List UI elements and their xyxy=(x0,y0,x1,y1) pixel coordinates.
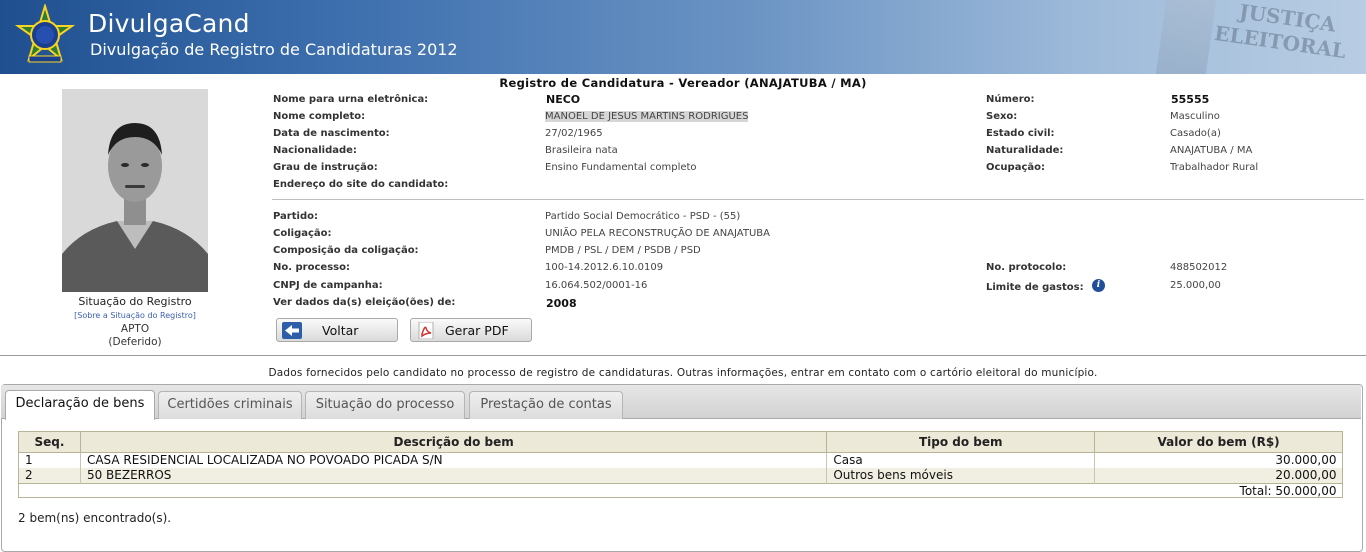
protocol-label: No. protocolo: xyxy=(986,262,1067,273)
content-divider xyxy=(0,355,1366,356)
education-label: Grau de instrução: xyxy=(273,162,378,173)
site-label: Endereço do site do candidato: xyxy=(273,179,449,190)
generate-pdf-button[interactable]: Gerar PDF xyxy=(410,318,532,342)
asset-type: Casa xyxy=(826,452,1095,468)
table-total-row: Total: 50.000,00 xyxy=(18,483,1343,499)
election-year-link[interactable]: 2008 xyxy=(546,297,577,310)
brazil-coat-of-arms-icon xyxy=(14,4,76,63)
registration-status-detail: (Deferido) xyxy=(108,336,162,348)
process-number-label: No. processo: xyxy=(273,262,350,273)
sex-value: Masculino xyxy=(1170,111,1220,122)
assets-found-count: 2 bem(ns) encontrado(s). xyxy=(18,511,172,525)
registration-status-label: Situação do Registro xyxy=(78,295,192,308)
spending-limit-value: 25.000,00 xyxy=(1170,280,1221,291)
nationality-value: Brasileira nata xyxy=(545,145,618,156)
coalition-value: UNIÃO PELA RECONSTRUÇÃO DE ANAJATUBA xyxy=(545,228,770,239)
number-value: 55555 xyxy=(1171,93,1210,106)
full-name-value: MANOEL DE JESUS MARTINS RODRIGUES xyxy=(545,111,749,122)
occupation-value: Trabalhador Rural xyxy=(1170,162,1259,173)
nationality-label: Nacionalidade: xyxy=(273,145,357,156)
campaign-cnpj-value: 16.064.502/0001-16 xyxy=(545,280,648,291)
number-label: Número: xyxy=(986,94,1035,105)
marital-status-label: Estado civil: xyxy=(986,128,1055,139)
asset-description: 50 BEZERROS xyxy=(79,468,827,484)
app-title: DivulgaCand xyxy=(88,9,250,38)
coalition-composition-value: PMDB / PSL / DEM / PSDB / PSD xyxy=(545,245,701,256)
data-source-notice: Dados fornecidos pelo candidato no proce… xyxy=(268,367,1098,379)
birth-date-value: 27/02/1965 xyxy=(545,128,603,139)
app-header: DivulgaCand Divulgação de Registro de Ca… xyxy=(0,0,1366,74)
asset-description: CASA RESIDENCIAL LOCALIZADA NO POVOADO P… xyxy=(79,452,827,468)
back-button[interactable]: Voltar xyxy=(276,318,398,342)
info-icon[interactable]: i xyxy=(1092,279,1105,292)
asset-type: Outros bens móveis xyxy=(826,468,1095,484)
asset-value: 20.000,00 xyxy=(1094,468,1343,484)
coalition-composition-label: Composição da coligação: xyxy=(273,245,419,256)
elections-label: Ver dados da(s) eleição(ões) de: xyxy=(273,297,456,308)
generate-pdf-button-label: Gerar PDF xyxy=(445,323,509,338)
urn-name-value: NECO xyxy=(546,93,581,106)
process-number-value: 100-14.2012.6.10.0109 xyxy=(545,262,664,273)
assets-total: Total: 50.000,00 xyxy=(18,483,1343,499)
column-header-type: Tipo do bem xyxy=(826,431,1096,453)
table-row: 2 50 BEZERROS Outros bens móveis 20.000,… xyxy=(18,468,1343,484)
table-header-row: Seq. Descrição do bem Tipo do bem Valor … xyxy=(18,431,1343,453)
tab-criminal-certificates[interactable]: Certidões criminais xyxy=(158,391,302,419)
birthplace-value: ANAJATUBA / MA xyxy=(1170,145,1253,156)
registration-status-value: APTO xyxy=(120,323,150,335)
asset-seq: 1 xyxy=(18,452,81,468)
party-label: Partido: xyxy=(273,211,318,222)
column-header-value: Valor do bem (R$) xyxy=(1094,431,1343,453)
header-decoration xyxy=(1155,0,1217,74)
column-header-seq: Seq. xyxy=(18,431,81,453)
asset-seq: 2 xyxy=(18,468,81,484)
campaign-cnpj-label: CNPJ de campanha: xyxy=(273,280,383,291)
pdf-icon xyxy=(418,322,434,339)
tab-accountability[interactable]: Prestação de contas xyxy=(469,391,623,419)
candidate-portrait-icon xyxy=(62,89,208,292)
table-row: 1 CASA RESIDENCIAL LOCALIZADA NO POVOADO… xyxy=(18,452,1343,468)
coalition-label: Coligação: xyxy=(273,228,332,239)
urn-name-label: Nome para urna eletrônica: xyxy=(273,94,429,105)
birth-date-label: Data de nascimento: xyxy=(273,128,390,139)
occupation-label: Ocupação: xyxy=(986,162,1045,173)
candidate-photo xyxy=(62,89,208,292)
tab-process-status[interactable]: Situação do processo xyxy=(305,391,465,419)
app-subtitle: Divulgação de Registro de Candidaturas 2… xyxy=(90,40,458,59)
party-value: Partido Social Democrático - PSD - (55) xyxy=(545,211,741,222)
back-button-label: Voltar xyxy=(322,323,359,338)
protocol-value: 488502012 xyxy=(1170,262,1228,273)
assets-table: Seq. Descrição do bem Tipo do bem Valor … xyxy=(18,431,1343,499)
sex-label: Sexo: xyxy=(986,111,1018,122)
tab-asset-declaration[interactable]: Declaração de bens xyxy=(5,390,155,420)
column-header-description: Descrição do bem xyxy=(79,431,828,453)
full-name-label: Nome completo: xyxy=(273,111,366,122)
birthplace-label: Naturalidade: xyxy=(986,145,1064,156)
page-title: Registro de Candidatura - Vereador (ANAJ… xyxy=(499,76,867,90)
marital-status-value: Casado(a) xyxy=(1170,128,1221,139)
spending-limit-label: Limite de gastos: xyxy=(986,282,1084,293)
section-divider xyxy=(272,199,1364,200)
asset-value: 30.000,00 xyxy=(1094,452,1343,468)
education-value: Ensino Fundamental completo xyxy=(545,162,697,173)
about-registration-status-link[interactable]: [Sobre a Situação do Registro] xyxy=(62,311,208,320)
arrow-left-icon xyxy=(282,322,302,339)
